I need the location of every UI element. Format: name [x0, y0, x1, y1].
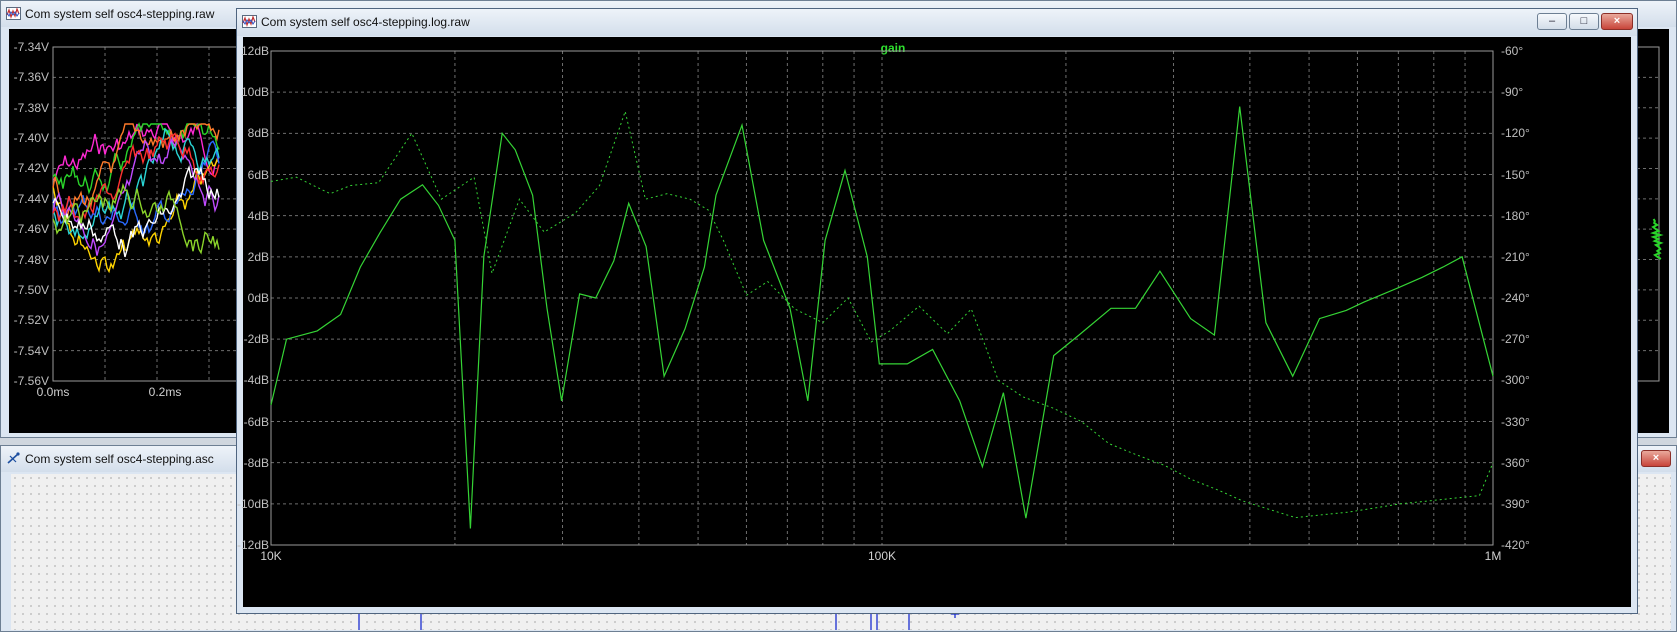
y-tick-label: -7.50V — [13, 282, 49, 297]
y-left-tick-label: 8dB — [247, 126, 269, 141]
y-right-tick-label: -120° — [1501, 126, 1530, 141]
y-tick-label: -7.36V — [13, 70, 49, 85]
x-tick-label: 100K — [867, 549, 897, 563]
y-left-tick-label: 2dB — [247, 249, 269, 264]
y-left-tick-label: 6dB — [247, 167, 269, 182]
y-left-tick-label: 10dB — [240, 85, 269, 100]
y-left-tick-label: 12dB — [240, 44, 269, 58]
y-left-tick-label: -6dB — [243, 414, 269, 429]
y-left-tick-label: 4dB — [247, 208, 269, 223]
bode-window[interactable]: Com system self osc4-stepping.log.raw – … — [236, 8, 1638, 614]
y-left-tick-label: -4dB — [243, 373, 269, 388]
x-tick-label: 1M — [1484, 549, 1502, 563]
bode-chart[interactable] — [243, 37, 1631, 607]
y-right-tick-label: -240° — [1501, 291, 1530, 305]
y-tick-label: -7.52V — [13, 313, 49, 328]
y-left-tick-label: -2dB — [243, 332, 269, 347]
bode-plot-area[interactable]: gain 12dB 10dB 8dB 6dB 4dB 2dB 0dB -2dB -4dB -6dB… — [237, 37, 1631, 607]
maximize-icon: □ — [1580, 15, 1588, 27]
schematic-icon — [7, 452, 20, 464]
transient-title: Com system self osc4-stepping.raw — [25, 7, 215, 21]
y-tick-label: -7.42V — [13, 161, 49, 176]
y-right-tick-label: -270° — [1501, 332, 1530, 347]
schematic-close-button[interactable]: × — [1641, 450, 1671, 467]
waveform-icon — [6, 7, 21, 20]
y-right-tick-label: -390° — [1501, 496, 1530, 511]
minimize-icon: – — [1548, 15, 1556, 27]
y-right-tick-label: -300° — [1501, 373, 1530, 388]
y-tick-label: -7.38V — [13, 100, 49, 115]
y-left-tick-label: -8dB — [243, 455, 269, 470]
y-right-tick-label: -210° — [1501, 249, 1530, 264]
y-right-tick-label: -60° — [1501, 44, 1524, 58]
y-right-tick-label: -180° — [1501, 208, 1530, 223]
maximize-button[interactable]: □ — [1569, 13, 1599, 30]
close-button[interactable]: × — [1601, 13, 1633, 30]
x-tick-label: 0.0ms — [36, 385, 70, 399]
waveform-trace — [1650, 218, 1664, 260]
bode-title: Com system self osc4-stepping.log.raw — [261, 15, 470, 29]
bode-titlebar[interactable]: Com system self osc4-stepping.log.raw – … — [237, 9, 1637, 36]
y-tick-label: -7.54V — [13, 343, 49, 358]
y-right-tick-label: -360° — [1501, 455, 1530, 470]
y-left-tick-label: -10dB — [236, 496, 269, 511]
y-tick-label: -7.44V — [13, 191, 49, 206]
y-right-tick-label: -330° — [1501, 414, 1530, 429]
minimize-button[interactable]: – — [1537, 13, 1567, 30]
y-tick-label: -7.40V — [13, 131, 49, 146]
y-tick-label: -7.34V — [13, 40, 49, 54]
y-tick-label: -7.48V — [13, 252, 49, 267]
close-icon: × — [1613, 15, 1621, 27]
y-right-tick-label: -90° — [1501, 85, 1524, 100]
y-tick-label: -7.46V — [13, 222, 49, 237]
y-right-tick-label: -150° — [1501, 167, 1530, 182]
close-icon: × — [1652, 452, 1660, 464]
x-tick-label: 10K — [260, 549, 282, 563]
y-left-tick-label: 0dB — [247, 291, 269, 305]
x-tick-label: 0.2ms — [148, 385, 182, 399]
waveform-icon — [242, 15, 257, 28]
schematic-title: Com system self osc4-stepping.asc — [25, 452, 214, 466]
